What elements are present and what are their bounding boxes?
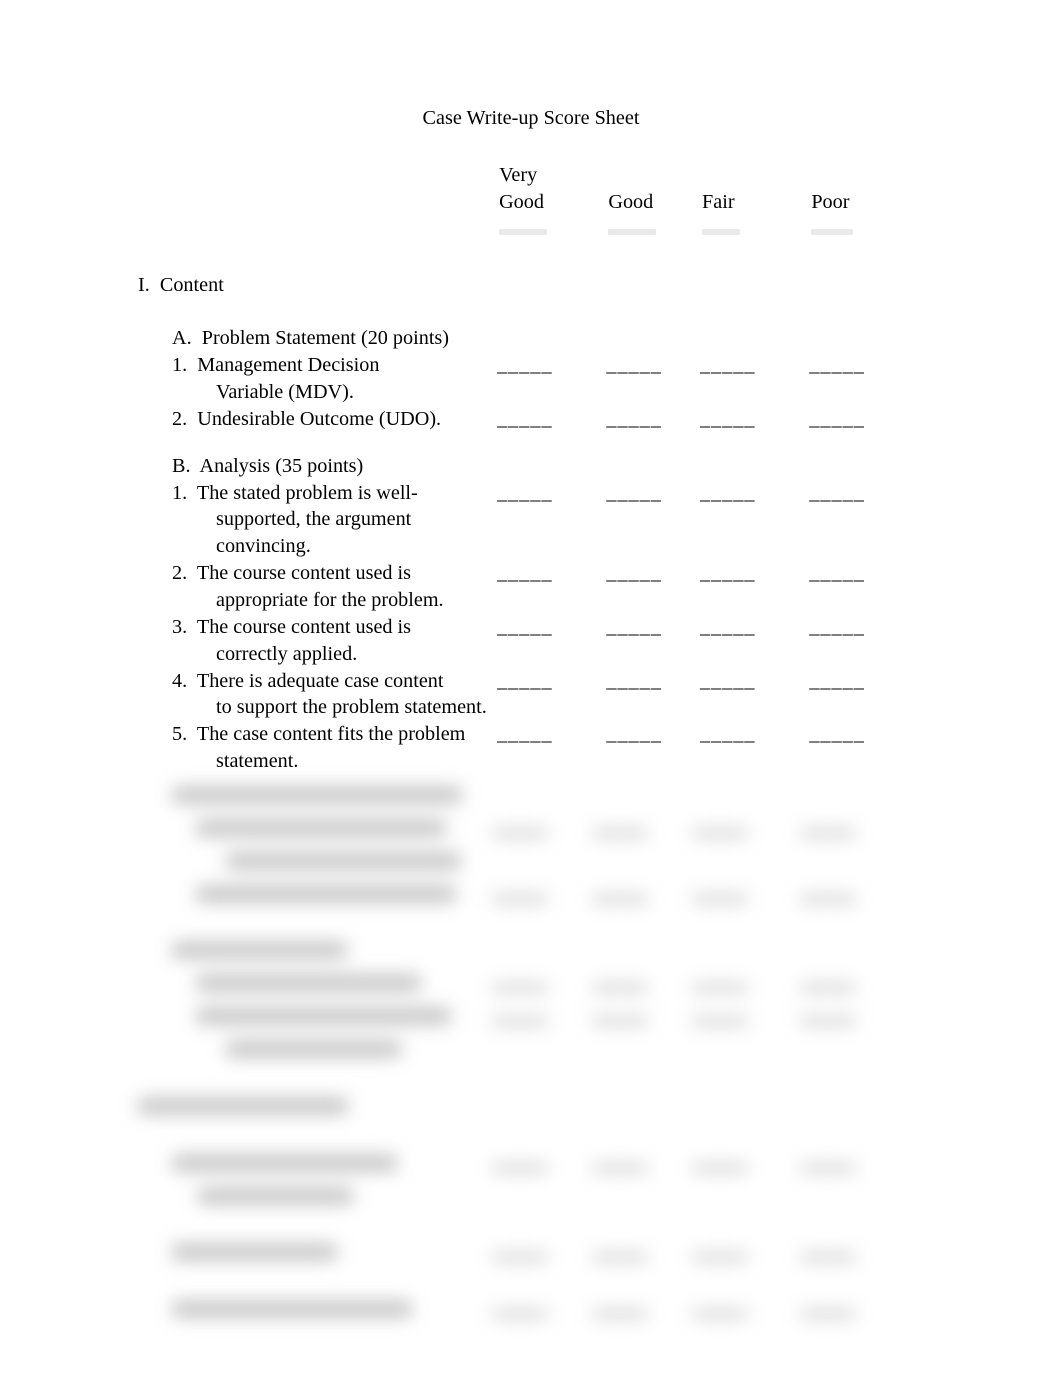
col-very-good: Very Good (497, 162, 606, 243)
blank-poor[interactable]: _____ (809, 723, 864, 745)
item-b5-num: 5. (172, 723, 187, 745)
blank-fair[interactable]: _____ (700, 408, 755, 430)
item-b1-text: The stated problem is well- (197, 482, 418, 504)
blank-good[interactable]: _____ (606, 354, 661, 376)
item-b5-text: The case content fits the problem (197, 723, 466, 745)
subB-title: Analysis (35 points) (200, 455, 364, 477)
item-b1: 1. The stated problem is well- supported… (138, 480, 903, 561)
item-b1-cont1: supported, the argument (172, 506, 497, 533)
main-content: Very Good Good Fair (138, 162, 903, 775)
item-b1-cont2: convincing. (172, 533, 497, 560)
item-a1-text: Management Decision (197, 354, 379, 376)
blurred-content (0, 760, 1062, 1377)
item-b3-text: The course content used is (197, 616, 411, 638)
col-good-label: Good (608, 191, 653, 213)
blank-poor[interactable]: _____ (809, 482, 864, 504)
blank-good[interactable]: _____ (606, 723, 661, 745)
blank-poor[interactable]: _____ (809, 562, 864, 584)
item-b2-cont: appropriate for the problem. (172, 587, 497, 614)
score-table: Very Good Good Fair (138, 162, 903, 775)
col-good: Good (606, 162, 700, 243)
item-b5-cont: statement. (172, 748, 497, 775)
section-1-head: I. Content (138, 242, 903, 299)
col-fair-label: Fair (702, 191, 735, 213)
item-a1-cont: Variable (MDV). (172, 379, 497, 406)
section-1-roman: I. (138, 274, 150, 296)
section-1-title: Content (160, 274, 224, 296)
page-title: Case Write-up Score Sheet (0, 105, 1062, 132)
subB-letter: B. (172, 455, 191, 477)
blank-verygood[interactable]: _____ (497, 670, 552, 692)
blank-verygood[interactable]: _____ (497, 482, 552, 504)
blank-poor[interactable]: _____ (809, 408, 864, 430)
item-b4: 4. There is adequate case content to sup… (138, 668, 903, 722)
item-b3-cont: correctly applied. (172, 641, 497, 668)
blank-good[interactable]: _____ (606, 562, 661, 584)
col-poor-label: Poor (811, 191, 849, 213)
col-fair: Fair (700, 162, 809, 243)
item-b2-text: The course content used is (197, 562, 411, 584)
item-a2: 2. Undesirable Outcome (UDO). _____ ____… (138, 406, 903, 433)
blank-verygood[interactable]: _____ (497, 562, 552, 584)
item-b4-text: There is adequate case content (197, 670, 444, 692)
blank-fair[interactable]: _____ (700, 616, 755, 638)
item-a1: 1. Management Decision Variable (MDV). _… (138, 352, 903, 406)
blank-verygood[interactable]: _____ (497, 723, 552, 745)
subsection-a-head: A. Problem Statement (20 points) (138, 299, 903, 352)
subsection-b-head: B. Analysis (35 points) (138, 433, 903, 480)
column-header-row: Very Good Good Fair (138, 162, 903, 243)
item-b3: 3. The course content used is correctly … (138, 614, 903, 668)
blank-verygood[interactable]: _____ (497, 616, 552, 638)
item-b5: 5. The case content fits the problem sta… (138, 721, 903, 775)
item-b2: 2. The course content used is appropriat… (138, 560, 903, 614)
item-b1-num: 1. (172, 482, 187, 504)
blank-fair[interactable]: _____ (700, 670, 755, 692)
blank-verygood[interactable]: _____ (497, 354, 552, 376)
page: Case Write-up Score Sheet Very Good Good (0, 0, 1062, 1377)
blank-fair[interactable]: _____ (700, 562, 755, 584)
item-a1-num: 1. (172, 354, 187, 376)
subA-title: Problem Statement (20 points) (202, 327, 449, 349)
item-b4-cont: to support the problem statement. (172, 694, 497, 721)
blank-verygood[interactable]: _____ (497, 408, 552, 430)
blank-poor[interactable]: _____ (809, 354, 864, 376)
item-a2-text: Undesirable Outcome (UDO). (197, 408, 441, 430)
blank-poor[interactable]: _____ (809, 616, 864, 638)
col-poor: Poor (809, 162, 903, 243)
blank-good[interactable]: _____ (606, 482, 661, 504)
item-b4-num: 4. (172, 670, 187, 692)
blank-fair[interactable]: _____ (700, 354, 755, 376)
item-b3-num: 3. (172, 616, 187, 638)
blank-poor[interactable]: _____ (809, 670, 864, 692)
blank-fair[interactable]: _____ (700, 482, 755, 504)
col-very-good-line2: Good (499, 191, 544, 213)
item-a2-num: 2. (172, 408, 187, 430)
col-very-good-line1: Very (499, 164, 537, 186)
blank-good[interactable]: _____ (606, 670, 661, 692)
blank-good[interactable]: _____ (606, 616, 661, 638)
subA-letter: A. (172, 327, 192, 349)
blank-fair[interactable]: _____ (700, 723, 755, 745)
item-b2-num: 2. (172, 562, 187, 584)
blank-good[interactable]: _____ (606, 408, 661, 430)
